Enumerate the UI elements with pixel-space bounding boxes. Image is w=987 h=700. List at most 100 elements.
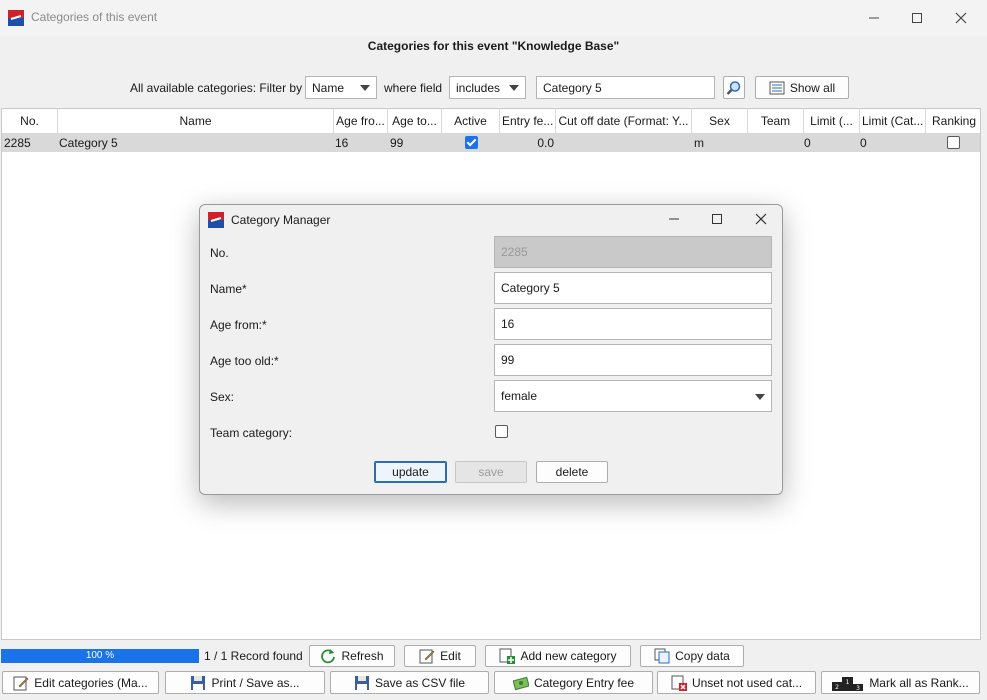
cell-name: Category 5 — [59, 136, 118, 150]
bottom-toolbar: 100 % 1 / 1 Record found Refresh Edit Ad… — [0, 643, 987, 700]
money-icon — [512, 676, 529, 690]
column-header-sex[interactable]: Sex — [692, 109, 748, 134]
filter-operator-select[interactable]: includes — [449, 76, 526, 99]
mark-ranking-label: Mark all as Rank... — [869, 675, 969, 690]
column-header-cutoff[interactable]: Cut off date (Format: Y... — [556, 109, 692, 134]
close-button[interactable] — [941, 6, 981, 30]
maximize-button[interactable] — [897, 6, 937, 30]
checkbox-checked-icon[interactable] — [465, 136, 478, 149]
progress-bar: 100 % — [1, 649, 199, 663]
column-header-limit-cat[interactable]: Limit (Cat... — [860, 109, 926, 134]
title-bar: Categories of this event — [0, 0, 987, 36]
table-header: No. Name Age fro... Age to... Active Ent… — [2, 109, 980, 134]
podium-icon: 2 1 3 — [832, 676, 864, 691]
checkbox-unchecked-icon[interactable] — [947, 136, 960, 149]
sex-label: Sex: — [210, 390, 235, 404]
svg-text:2: 2 — [835, 684, 839, 691]
progress-text: 100 % — [85, 650, 115, 661]
refresh-label: Refresh — [341, 649, 384, 663]
edit-button[interactable]: Edit — [404, 645, 476, 667]
age-to-label: Age too old:* — [210, 354, 279, 368]
chevron-down-icon — [509, 85, 519, 91]
filter-bar: All available categories: Filter by Name… — [0, 76, 987, 100]
chevron-down-icon — [755, 394, 765, 400]
add-icon — [499, 648, 516, 664]
column-header-no[interactable]: No. — [2, 109, 58, 134]
column-header-team[interactable]: Team — [748, 109, 804, 134]
delete-button[interactable]: delete — [536, 461, 608, 483]
cell-cutoff — [558, 134, 688, 152]
edit-icon — [13, 676, 29, 690]
update-button[interactable]: update — [374, 461, 447, 483]
cell-ranking[interactable] — [947, 136, 967, 154]
print-save-button[interactable]: Print / Save as... — [165, 671, 325, 694]
column-header-entry-fee[interactable]: Entry fe... — [500, 109, 556, 134]
cell-active[interactable] — [465, 136, 485, 154]
edit-icon — [419, 649, 435, 664]
filter-field-select[interactable]: Name — [305, 76, 377, 99]
dialog-minimize-button[interactable] — [654, 207, 694, 231]
copy-data-button[interactable]: Copy data — [640, 645, 744, 667]
sex-select[interactable]: female — [494, 380, 772, 412]
page-heading: Categories for this event "Knowledge Bas… — [367, 39, 620, 53]
show-all-label: Show all — [789, 80, 836, 95]
unset-unused-button[interactable]: Unset not used cat... — [657, 671, 816, 694]
mark-ranking-button[interactable]: 2 1 3 Mark all as Rank... — [821, 671, 980, 694]
column-header-age-from[interactable]: Age fro... — [334, 109, 388, 134]
remove-icon — [671, 675, 687, 691]
where-field-label: where field — [384, 81, 443, 95]
entry-fee-button[interactable]: Category Entry fee — [494, 671, 653, 694]
cell-limit-cat: 0 — [860, 136, 867, 150]
minimize-icon — [669, 218, 679, 220]
floppy-icon — [191, 675, 206, 690]
filter-operator-value: includes — [456, 81, 501, 95]
search-input[interactable]: Category 5 — [536, 76, 715, 99]
search-icon — [726, 80, 741, 95]
team-category-checkbox[interactable] — [495, 425, 508, 438]
cell-age-to: 99 — [390, 136, 404, 150]
refresh-button[interactable]: Refresh — [309, 645, 395, 667]
search-button[interactable] — [723, 76, 745, 99]
age-from-label: Age from:* — [210, 318, 267, 332]
name-field[interactable]: Category 5 — [494, 272, 772, 304]
cell-entry-fee: 0.0 — [537, 136, 554, 150]
column-header-ranking[interactable]: Ranking — [926, 109, 980, 134]
svg-text:1: 1 — [846, 679, 850, 686]
print-save-label: Print / Save as... — [211, 675, 300, 690]
edit-categories-label: Edit categories (Ma... — [34, 675, 148, 690]
unset-unused-label: Unset not used cat... — [691, 675, 803, 690]
dialog-maximize-button[interactable] — [697, 207, 737, 231]
filter-field-value: Name — [312, 81, 345, 95]
column-header-active[interactable]: Active — [442, 109, 500, 134]
table-row[interactable]: 2285 Category 5 16 99 0.0 m 0 0 — [2, 134, 980, 154]
close-icon — [955, 12, 967, 24]
column-header-age-to[interactable]: Age to... — [388, 109, 442, 134]
maximize-icon — [912, 13, 922, 23]
window-title: Categories of this event — [31, 10, 158, 24]
show-all-button[interactable]: Show all — [755, 76, 849, 99]
column-header-limit[interactable]: Limit (... — [804, 109, 860, 134]
dialog-close-button[interactable] — [741, 207, 781, 231]
age-from-field[interactable]: 16 — [494, 308, 772, 340]
edit-categories-button[interactable]: Edit categories (Ma... — [2, 671, 159, 694]
edit-label: Edit — [440, 649, 461, 663]
no-label: No. — [210, 246, 229, 260]
save-button: save — [455, 461, 527, 483]
save-csv-button[interactable]: Save as CSV file — [330, 671, 489, 694]
minimize-icon — [869, 17, 879, 19]
add-category-label: Add new category — [520, 649, 617, 663]
minimize-button[interactable] — [854, 6, 894, 30]
cell-sex: m — [694, 136, 704, 150]
record-count: 1 / 1 Record found — [204, 649, 303, 663]
save-csv-label: Save as CSV file — [374, 675, 466, 690]
app-logo-icon — [208, 212, 224, 228]
add-category-button[interactable]: Add new category — [485, 645, 631, 667]
refresh-icon — [321, 649, 336, 664]
cell-no: 2285 — [4, 136, 31, 150]
column-header-name[interactable]: Name — [58, 109, 334, 134]
copy-icon — [654, 648, 670, 664]
delete-label: delete — [555, 465, 589, 479]
name-label: Name* — [210, 282, 247, 296]
age-to-field[interactable]: 99 — [494, 344, 772, 376]
chevron-down-icon — [360, 85, 370, 91]
